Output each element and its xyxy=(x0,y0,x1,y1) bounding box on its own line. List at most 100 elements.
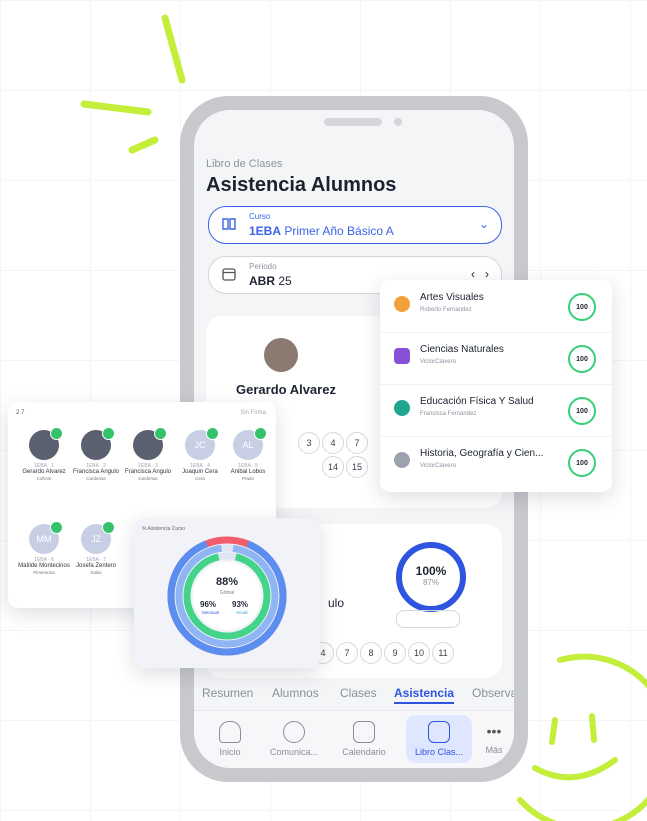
avatar: JZ xyxy=(81,521,115,554)
avatar-initials: JC xyxy=(194,440,206,450)
day-chip[interactable]: 14 xyxy=(322,456,344,478)
avatar-initials: MM xyxy=(36,534,52,544)
subject-score: 100 xyxy=(568,449,596,477)
tab-bar: Resumen Alumnos Clases Asistencia Observ… xyxy=(194,682,514,706)
nav-comunicaciones[interactable]: Comunica... xyxy=(264,715,324,763)
check-icon xyxy=(102,521,115,534)
subject-name-partial: ulo xyxy=(328,596,345,610)
more-icon: ••• xyxy=(486,723,502,739)
attendance-chart-panel: % Asistencia Curso 88% Global 96% Mensua… xyxy=(134,518,320,668)
center-label: Global xyxy=(219,590,235,596)
day-chip[interactable]: 8 xyxy=(360,642,382,664)
subject-row[interactable]: Artes Visuales Roberto Fernandez 100 xyxy=(380,280,612,333)
check-icon xyxy=(50,521,63,534)
chat-icon xyxy=(283,721,305,743)
student-name: Francisca Angulo xyxy=(124,469,172,475)
chart-title: % Asistencia Curso xyxy=(142,526,186,532)
check-icon xyxy=(154,427,167,440)
avatar: MM xyxy=(29,521,63,554)
subjects-panel: Artes Visuales Roberto Fernandez 100 Cie… xyxy=(380,280,612,492)
nav-label: Libro Clas... xyxy=(414,747,464,757)
center-value: 88% xyxy=(215,576,239,588)
student-item[interactable]: 1EBA · 2 Francisca Angulo Cardenas xyxy=(70,427,122,481)
ball-icon xyxy=(394,400,410,416)
tab-clases[interactable]: Clases xyxy=(340,686,377,700)
tab-asistencia[interactable]: Asistencia xyxy=(394,686,455,704)
student-name: Gerardo Alvarez xyxy=(22,469,66,475)
subject-row[interactable]: Ciencias Naturales VictorClavero 100 xyxy=(380,332,612,385)
palette-icon xyxy=(394,296,410,312)
right-value: 93% xyxy=(232,600,249,609)
calendar-icon xyxy=(353,721,375,743)
avatar-initials: JZ xyxy=(91,534,101,544)
percent-sub: 87% xyxy=(422,578,439,587)
course-value: Primer Año Básico A xyxy=(284,224,394,238)
nav-inicio[interactable]: Inicio xyxy=(200,715,260,763)
avatar-initials: AL xyxy=(242,440,254,450)
student-item[interactable]: JC 1EBA · 4 Joaquin Cera Cera xyxy=(174,427,226,481)
day-chip[interactable]: 7 xyxy=(346,432,368,454)
nav-label: Inicio xyxy=(219,747,241,757)
percent-value: 100% xyxy=(415,564,447,578)
calendar-icon xyxy=(222,268,236,281)
tab-resumen[interactable]: Resumen xyxy=(202,686,253,700)
globe-icon xyxy=(394,452,410,468)
subject-row[interactable]: Educación Física Y Salud Francisca Ferna… xyxy=(380,384,612,437)
tab-observaciones[interactable]: Observa xyxy=(472,686,514,700)
course-selector[interactable]: Curso 1EBA Primer Año Básico A ⌄ xyxy=(208,206,502,244)
nav-label: Calendario xyxy=(342,747,386,757)
day-chip[interactable]: 11 xyxy=(432,642,454,664)
tab-alumnos[interactable]: Alumnos xyxy=(272,686,319,700)
day-chip[interactable]: 3 xyxy=(298,432,320,454)
student-item[interactable]: AL 1EBA · 5 Anibal Lobos Prado xyxy=(222,427,274,481)
check-icon xyxy=(254,427,267,440)
student-name: Anibal Lobos xyxy=(230,469,266,475)
avatar xyxy=(29,427,63,460)
student-name: Matilde Montecinos xyxy=(18,563,70,569)
day-chip[interactable]: 7 xyxy=(336,642,358,664)
nav-libro-clases[interactable]: Libro Clas... xyxy=(406,715,472,763)
book-icon xyxy=(428,721,450,743)
subject-name: Ciencias Naturales xyxy=(420,344,504,355)
chevron-right-icon[interactable]: › xyxy=(485,267,489,281)
nav-calendario[interactable]: Calendario xyxy=(334,715,394,763)
nav-label: Más xyxy=(485,745,503,755)
attendance-donut xyxy=(167,536,287,656)
course-label: Curso xyxy=(249,212,271,221)
student-item[interactable]: 1EBA · 1 Gerardo Alvarez Cofrom xyxy=(18,427,70,481)
check-icon xyxy=(206,427,219,440)
subject-teacher: Roberto Fernandez xyxy=(420,307,472,313)
subject-score: 100 xyxy=(568,345,596,373)
bottom-navigation: Inicio Comunica... Calendario Libro Clas… xyxy=(194,710,514,768)
nav-mas[interactable]: ••• Más xyxy=(464,715,514,763)
subject-score: 100 xyxy=(568,293,596,321)
filter-chips[interactable] xyxy=(396,610,460,628)
students-filter: Sin Firma xyxy=(240,410,266,416)
students-count: 2 7 xyxy=(16,410,25,416)
student-item[interactable]: JZ 1EBA · 7 Josefa Zentero Salas xyxy=(70,521,122,575)
student-item[interactable]: MM 1EBA · 6 Matilde Montecinos Pimentona xyxy=(18,521,70,575)
student-name: Francisca Angulo xyxy=(72,469,120,475)
student-name: Josefa Zentero xyxy=(75,563,117,569)
subject-row[interactable]: Historia, Geografía y Cien... VictorClav… xyxy=(380,436,612,488)
student-sub: Salas xyxy=(90,570,102,575)
day-chip[interactable]: 4 xyxy=(322,432,344,454)
chevron-left-icon[interactable]: ‹ xyxy=(471,267,475,281)
avatar: AL xyxy=(233,427,267,460)
student-item[interactable]: 1EBA · 3 Francisca Angulo Cardenas xyxy=(122,427,174,481)
chevron-down-icon: ⌄ xyxy=(478,217,489,231)
day-chip[interactable]: 9 xyxy=(384,642,406,664)
student-name: Gerardo Alvarez xyxy=(236,382,336,397)
breadcrumb: Libro de Clases xyxy=(206,158,283,170)
subject-score: 100 xyxy=(568,397,596,425)
subject-teacher: VictorClavero xyxy=(420,463,456,469)
day-chip[interactable]: 15 xyxy=(346,456,368,478)
student-sub: Cardenas xyxy=(138,476,158,481)
period-month: ABR xyxy=(249,274,275,288)
student-sub: Prado xyxy=(241,476,254,481)
subject-name: Artes Visuales xyxy=(420,292,484,303)
check-icon xyxy=(102,427,115,440)
student-sub: Cera xyxy=(195,476,205,481)
phone-notch xyxy=(324,118,382,126)
day-chip[interactable]: 10 xyxy=(408,642,430,664)
